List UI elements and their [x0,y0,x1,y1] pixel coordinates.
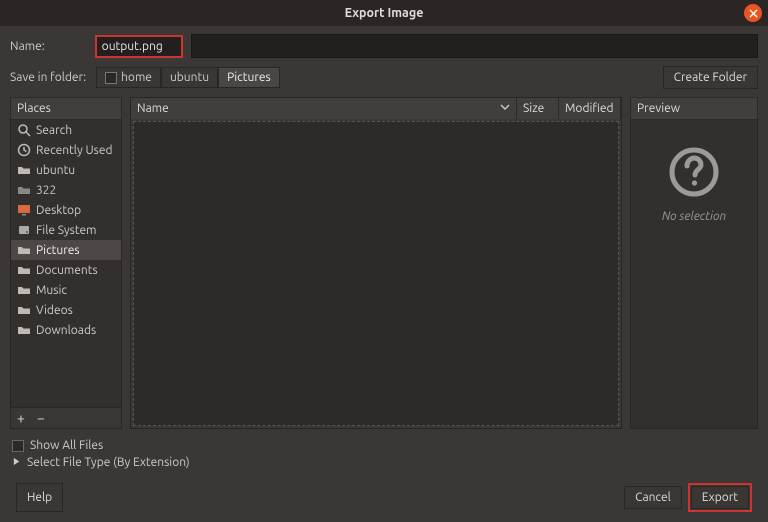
places-footer: + − [10,408,122,429]
create-folder-button[interactable]: Create Folder [663,66,758,89]
path-segment-ubuntu[interactable]: ubuntu [161,67,218,88]
export-image-dialog: Export Image Name: Save in folder: homeu… [0,0,768,522]
close-button[interactable] [744,4,762,22]
preview-header: Preview [630,97,758,120]
col-size-header[interactable]: Size [517,98,559,119]
places-column: Places Search Recently Used ubuntu 322 Deskt… [10,97,122,429]
col-name-header[interactable]: Name [131,98,517,119]
sidebar-item-documents[interactable]: Documents [11,260,121,280]
folder-icon [17,303,31,317]
show-all-files-label: Show All Files [30,439,103,452]
path-segment-pictures[interactable]: Pictures [218,67,280,88]
path-breadcrumb: homeubuntuPictures [96,67,280,88]
select-file-type-row[interactable]: Select File Type (By Extension) [12,456,756,469]
place-label: Recently Used [36,144,113,157]
files-body[interactable] [133,121,619,426]
select-file-type-label: Select File Type (By Extension) [27,456,190,469]
folder-icon [17,163,31,177]
place-label: Documents [36,264,98,277]
files-column: Name Size Modified [130,97,622,429]
expander-icon [12,456,21,469]
no-selection-label: No selection [662,210,726,223]
files-header: Name Size Modified [131,98,621,119]
options-area: Show All Files Select File Type (By Exte… [10,437,758,469]
place-label: Pictures [36,244,80,257]
place-label: ubuntu [36,164,75,177]
checkbox-icon [12,440,24,452]
name-label: Name: [10,40,45,53]
place-label: File System [36,224,97,237]
sidebar-item-desktop[interactable]: Desktop [11,200,121,220]
folder-icon [17,323,31,337]
place-label: Search [36,124,72,137]
save-in-row: Save in folder: homeubuntuPictures Creat… [10,66,758,89]
main-area: Places Search Recently Used ubuntu 322 Deskt… [10,97,758,429]
folder-gray-icon [17,183,31,197]
remove-place-button[interactable]: − [31,408,51,428]
sidebar-item-search[interactable]: Search [11,120,121,140]
cancel-button[interactable]: Cancel [624,486,682,509]
add-place-button[interactable]: + [11,408,31,428]
save-in-label: Save in folder: [10,71,86,84]
sidebar-item-file-system[interactable]: File System [11,220,121,240]
disk-icon [17,223,31,237]
sidebar-item-downloads[interactable]: Downloads [11,320,121,340]
help-button[interactable]: Help [16,483,63,512]
name-row: Name: [10,34,758,58]
desktop-icon [17,203,31,217]
sidebar-item-videos[interactable]: Videos [11,300,121,320]
path-root-checkbox [105,72,117,84]
folder-icon [17,283,31,297]
footer: Help Cancel Export [10,477,758,512]
place-label: Desktop [36,204,81,217]
search-icon [17,123,31,137]
sidebar-item-ubuntu[interactable]: ubuntu [11,160,121,180]
titlebar: Export Image [0,0,768,26]
filename-input[interactable] [97,37,181,56]
name-input-highlight [95,35,183,58]
sidebar-item-322[interactable]: 322 [11,180,121,200]
show-all-files-row[interactable]: Show All Files [12,439,756,452]
close-icon [749,9,758,18]
export-button-highlight: Export [688,483,752,512]
sidebar-item-recently-used[interactable]: Recently Used [11,140,121,160]
preview-body: No selection [630,120,758,429]
places-header: Places [10,97,122,120]
sidebar-item-pictures[interactable]: Pictures [11,240,121,260]
place-label: 322 [36,184,56,197]
export-button[interactable]: Export [691,486,749,509]
filename-input-trail[interactable] [191,34,758,58]
place-label: Music [36,284,67,297]
place-label: Downloads [36,324,96,337]
folder-icon [17,243,31,257]
question-icon [668,146,720,198]
col-modified-header[interactable]: Modified [559,98,621,119]
path-segment-home[interactable]: home [96,67,161,88]
places-list[interactable]: Search Recently Used ubuntu 322 Desktop File … [10,120,122,408]
sidebar-item-music[interactable]: Music [11,280,121,300]
preview-column: Preview No selection [630,97,758,429]
window-title: Export Image [0,6,768,20]
recent-icon [17,143,31,157]
folder-icon [17,263,31,277]
chevron-down-icon [500,102,510,115]
place-label: Videos [36,304,73,317]
